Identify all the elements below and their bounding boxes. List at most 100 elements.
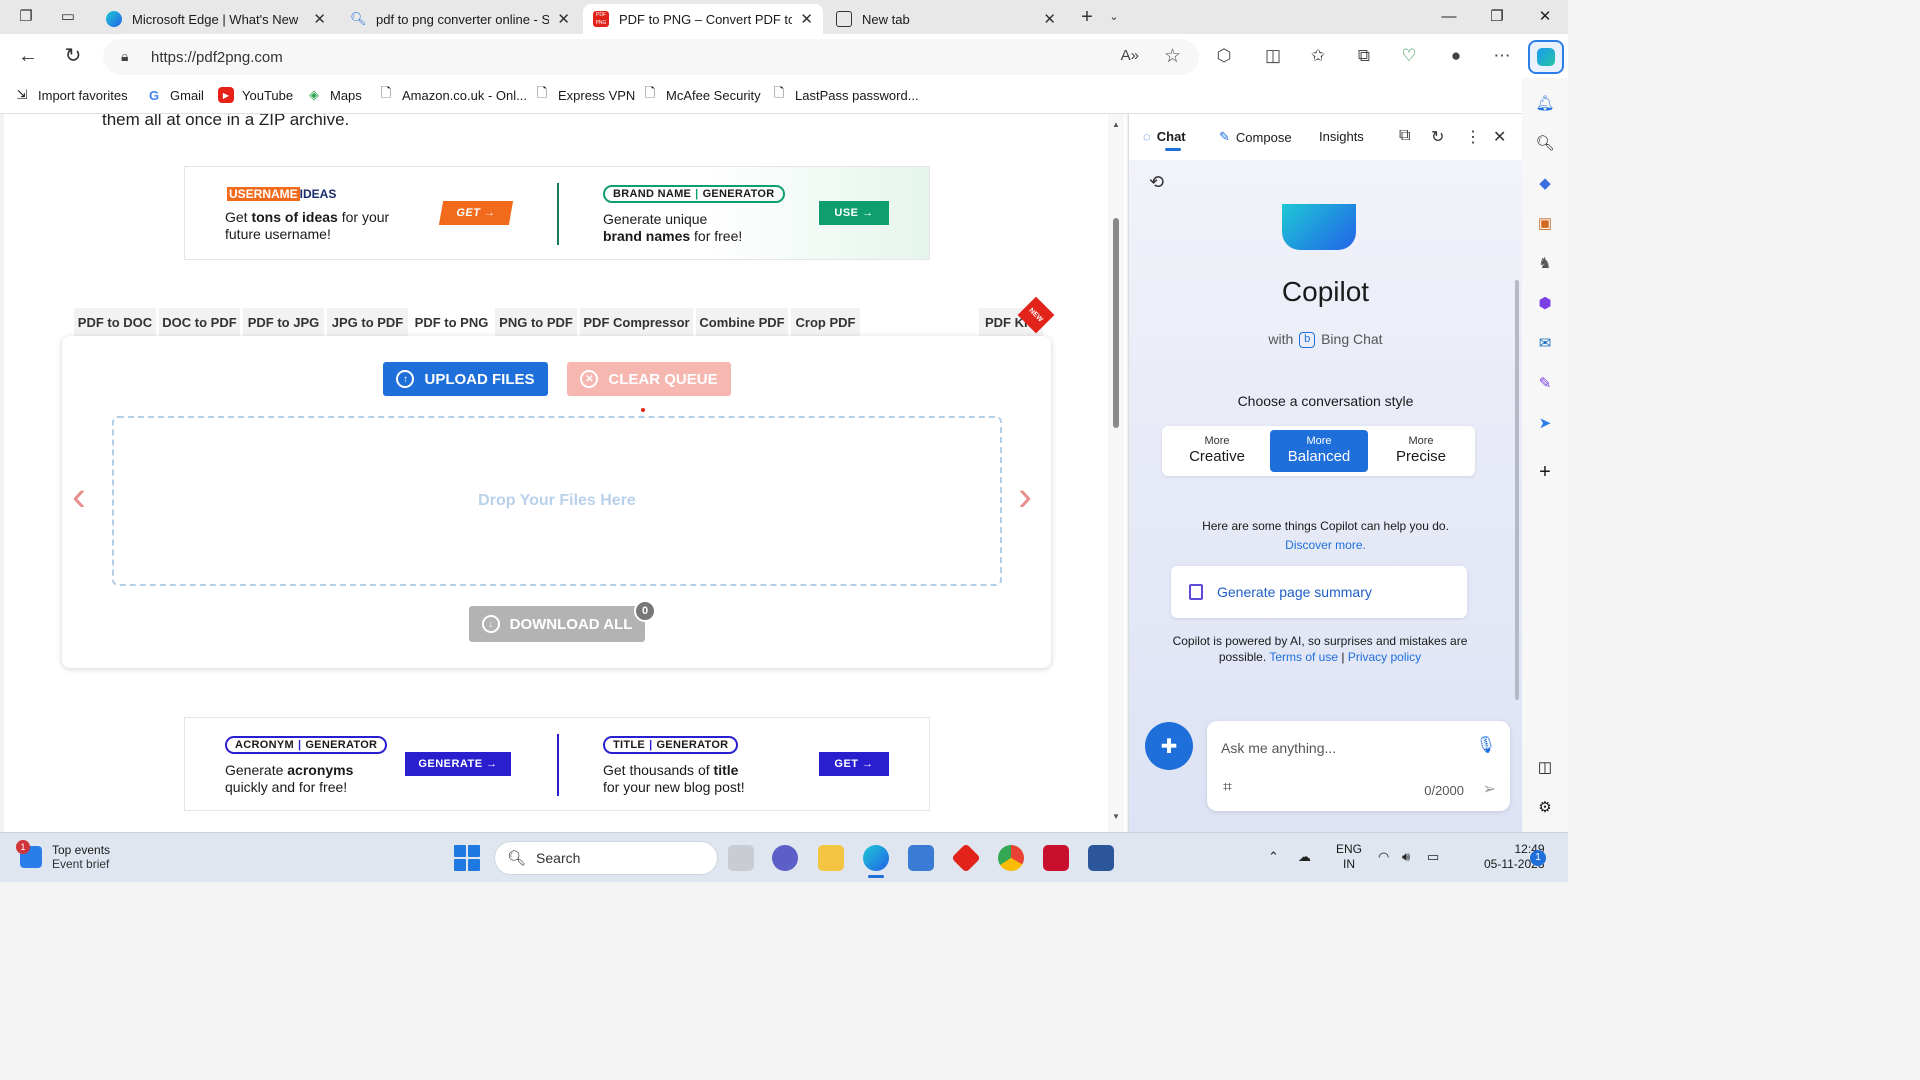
read-aloud-icon[interactable]: A»: [1121, 47, 1139, 64]
workspaces-icon[interactable]: ❐: [16, 7, 36, 27]
split-screen-icon[interactable]: ◫: [1261, 44, 1285, 68]
tab-pdf-to-png[interactable]: PDF to PNG: [411, 308, 492, 336]
tab-combine-pdf[interactable]: Combine PDF: [696, 308, 788, 336]
tab-pdf-to-doc[interactable]: PDF to DOC: [74, 308, 156, 336]
shopping-tag-icon[interactable]: ◆: [1535, 174, 1555, 194]
ad-acronym-generator[interactable]: ACRONYM | GENERATOR Generate acronyms quick…: [185, 718, 557, 810]
scroll-up-icon[interactable]: ▲: [1112, 120, 1120, 129]
prev-chevron-icon[interactable]: ‹: [72, 472, 86, 520]
vertical-tabs-icon[interactable]: ▭: [58, 7, 78, 27]
tab-search[interactable]: 🔍︎ pdf to png converter online - Sea ✕: [340, 4, 580, 34]
close-tab-icon[interactable]: ✕: [800, 10, 813, 28]
discover-more-link[interactable]: Discover more.: [1129, 538, 1522, 552]
microphone-icon[interactable]: 🎙︎: [1476, 735, 1496, 755]
tab-new-tab[interactable]: New tab ✕: [826, 4, 1066, 34]
new-topic-button[interactable]: ✚: [1145, 722, 1193, 770]
ad-brand-name-generator[interactable]: BRAND NAME | GENERATOR Generate unique bran…: [559, 167, 929, 259]
ad-use-button[interactable]: USE →: [819, 201, 889, 225]
mcafee-icon[interactable]: [1043, 845, 1069, 871]
word-icon[interactable]: [1088, 845, 1114, 871]
bookmark-import-favorites[interactable]: ⇲ Import favorites: [14, 87, 128, 103]
more-menu-icon[interactable]: ⋯: [1490, 44, 1514, 68]
copilot-tab-compose[interactable]: ✎ Compose: [1219, 129, 1292, 145]
close-tab-icon[interactable]: ✕: [313, 10, 326, 28]
style-creative[interactable]: More Creative: [1168, 430, 1266, 472]
tab-pdf-to-jpg[interactable]: PDF to JPG: [243, 308, 324, 336]
tab-pdf-compressor[interactable]: PDF Compressor: [580, 308, 693, 336]
send-to-devices-icon[interactable]: ➤: [1535, 414, 1555, 434]
language-indicator[interactable]: ENG IN: [1336, 842, 1362, 872]
next-chevron-icon[interactable]: ›: [1018, 472, 1032, 520]
start-button[interactable]: [454, 845, 480, 871]
more-options-icon[interactable]: ⋮: [1465, 127, 1481, 147]
url-text[interactable]: https://pdf2png.com: [151, 49, 283, 66]
restore-icon[interactable]: ❐: [1486, 6, 1508, 28]
close-window-icon[interactable]: ✕: [1534, 6, 1556, 28]
collections-icon[interactable]: ⧉: [1352, 44, 1376, 68]
tab-jpg-to-pdf[interactable]: JPG to PDF: [327, 308, 408, 336]
bookmark-gmail[interactable]: G Gmail: [146, 87, 204, 103]
copilot-tab-chat[interactable]: ◌ Chat: [1143, 129, 1186, 144]
refresh-icon[interactable]: ↻: [61, 44, 85, 68]
bookmark-amazon[interactable]: 🗋︎ Amazon.co.uk - Onl...: [378, 85, 527, 103]
send-icon[interactable]: ➢: [1483, 779, 1496, 799]
screenshot-capture-icon[interactable]: ⌗: [1223, 779, 1232, 797]
scroll-thumb[interactable]: [1113, 218, 1119, 428]
outlook-icon[interactable]: ✉: [1535, 334, 1555, 354]
ad-banner-bottom[interactable]: ACRONYM | GENERATOR Generate acronyms quick…: [184, 717, 930, 811]
history-icon[interactable]: ⟲: [1149, 172, 1164, 193]
wifi-icon[interactable]: ◠: [1378, 849, 1389, 865]
hide-sidebar-icon[interactable]: ◫: [1535, 758, 1555, 778]
browser-essentials-icon[interactable]: ♡: [1397, 44, 1421, 68]
tab-png-to-pdf[interactable]: PNG to PDF: [495, 308, 577, 336]
ad-get-button[interactable]: GET →: [819, 752, 889, 776]
open-in-new-icon[interactable]: ⧉: [1399, 127, 1410, 145]
show-hidden-icons-chevron[interactable]: ⌃: [1268, 849, 1279, 865]
close-tab-icon[interactable]: ✕: [557, 10, 570, 28]
chrome-icon[interactable]: [998, 845, 1024, 871]
upload-files-button[interactable]: ↑ UPLOAD FILES: [383, 362, 548, 396]
ad-username-ideas[interactable]: USERNAME IDEAS Get tons of ideas for your…: [185, 167, 557, 259]
games-icon[interactable]: ♞: [1535, 254, 1555, 274]
minimize-icon[interactable]: —: [1438, 6, 1460, 28]
clear-queue-button[interactable]: ✕ CLEAR QUEUE: [567, 362, 731, 396]
tab-pdf-kit[interactable]: PDF Kit NEW: [979, 296, 1055, 336]
task-view-icon[interactable]: [728, 845, 754, 871]
ask-input[interactable]: [1221, 737, 1471, 759]
microsoft-365-icon[interactable]: ⬢: [1535, 294, 1555, 314]
terms-of-use-link[interactable]: Terms of use: [1269, 650, 1338, 664]
file-explorer-icon[interactable]: [818, 845, 844, 871]
close-tab-icon[interactable]: ✕: [1043, 10, 1056, 28]
copilot-tab-insights[interactable]: Insights: [1319, 129, 1364, 144]
bookmark-maps[interactable]: ◈ Maps: [306, 87, 362, 103]
tab-pdf-to-png[interactable]: PDF PNG PDF to PNG – Convert PDF to PN ✕: [583, 4, 823, 34]
style-balanced[interactable]: More Balanced: [1270, 430, 1368, 472]
tab-crop-pdf[interactable]: Crop PDF: [791, 308, 860, 336]
ad-generate-button[interactable]: GENERATE →: [405, 752, 511, 776]
new-tab-plus-icon[interactable]: +: [1077, 7, 1097, 27]
ad-title-generator[interactable]: TITLE | GENERATOR Get thousands of title fo…: [559, 718, 929, 810]
tab-doc-to-pdf[interactable]: DOC to PDF: [159, 308, 240, 336]
favorites-icon[interactable]: ✩: [1306, 44, 1330, 68]
copilot-toggle-button[interactable]: [1528, 40, 1564, 74]
notifications-bell-icon[interactable]: 🔔︎: [1535, 94, 1555, 114]
tab-list-chevron-icon[interactable]: ⌄: [1104, 7, 1124, 27]
taskbar-search[interactable]: 🔍︎ Search: [494, 841, 718, 875]
scroll-down-icon[interactable]: ▼: [1112, 812, 1120, 821]
notification-count-badge[interactable]: 1: [1530, 850, 1546, 866]
bookmark-lastpass[interactable]: 🗋︎ LastPass password...: [771, 85, 919, 103]
drop-icon[interactable]: ✎: [1535, 374, 1555, 394]
download-all-button[interactable]: ↓ DOWNLOAD ALL: [469, 606, 645, 642]
favorite-star-icon[interactable]: ☆: [1164, 45, 1181, 68]
battery-icon[interactable]: ▭: [1427, 849, 1439, 865]
extensions-icon[interactable]: ⬡: [1212, 44, 1236, 68]
bookmark-express-vpn[interactable]: 🗋︎ Express VPN: [534, 85, 636, 103]
bookmark-youtube[interactable]: ▶ YouTube: [218, 87, 293, 103]
copilot-scrollbar[interactable]: [1515, 280, 1519, 700]
ad-get-button[interactable]: GET →: [438, 201, 514, 225]
anydesk-icon[interactable]: [951, 843, 981, 873]
url-field[interactable]: 🔒︎ https://pdf2png.com A» ☆: [103, 39, 1199, 75]
back-icon[interactable]: ←: [16, 44, 40, 68]
page-scrollbar[interactable]: ▲ ▼: [1108, 114, 1124, 832]
sidebar-settings-gear-icon[interactable]: ⚙: [1535, 798, 1555, 818]
